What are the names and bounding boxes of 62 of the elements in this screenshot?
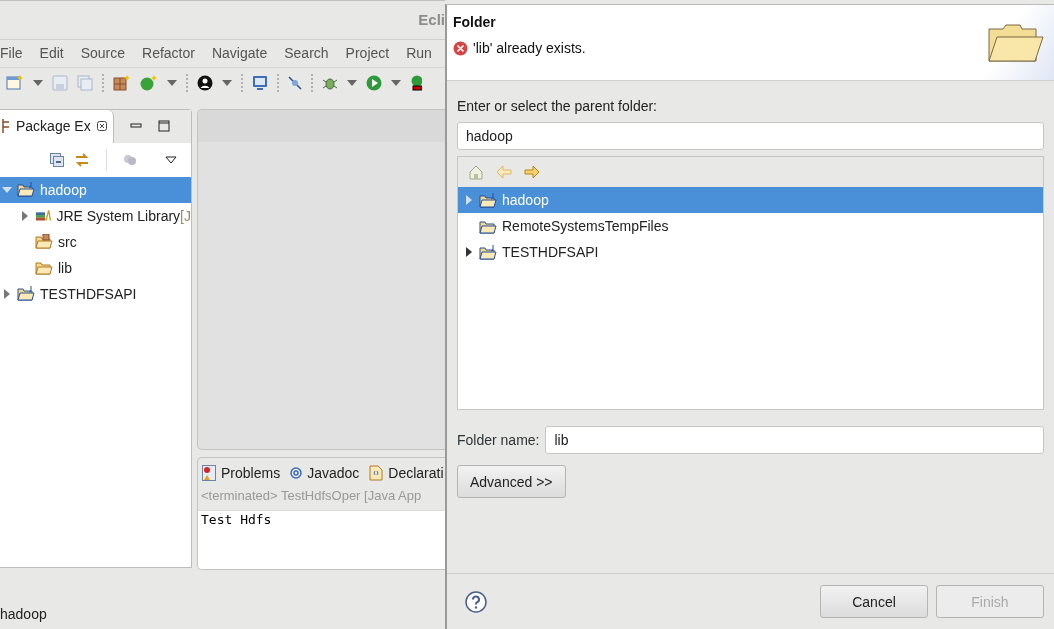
console-header: <terminated> TestHdfsOper [Java App bbox=[198, 487, 445, 511]
maximize-icon[interactable] bbox=[157, 120, 170, 133]
caret-icon[interactable] bbox=[391, 79, 401, 86]
menu-item[interactable]: Project bbox=[345, 45, 390, 62]
view-tab[interactable]: Declarati bbox=[369, 464, 444, 481]
menu-item[interactable]: Source bbox=[80, 45, 126, 62]
collapsed-arrow-icon[interactable] bbox=[464, 247, 474, 257]
tree-item[interactable]: TESTHDFSAPI bbox=[0, 280, 191, 307]
advanced-button[interactable]: Advanced >> bbox=[457, 465, 566, 498]
menu-item[interactable]: Navigate bbox=[211, 45, 268, 62]
package-explorer-icon bbox=[2, 119, 10, 134]
menu-item[interactable]: Run bbox=[406, 45, 432, 62]
document-icon bbox=[369, 464, 384, 481]
forward-arrow-icon[interactable] bbox=[524, 165, 540, 179]
caret-icon[interactable] bbox=[167, 79, 177, 86]
menu-item[interactable]: Refactor bbox=[142, 45, 195, 62]
caret-icon[interactable] bbox=[222, 79, 232, 86]
folder-icon bbox=[35, 260, 53, 276]
view-tab[interactable]: Javadoc bbox=[290, 464, 360, 481]
folder-icon bbox=[479, 218, 497, 234]
menu-item[interactable]: Search bbox=[284, 45, 329, 62]
tree-item[interactable]: lib bbox=[0, 254, 191, 281]
console-output: Test Hdfs bbox=[198, 510, 445, 569]
class-icon[interactable] bbox=[140, 74, 158, 91]
package-folder-icon bbox=[35, 234, 53, 250]
view-tab[interactable]: Problems bbox=[202, 464, 281, 481]
package-icon[interactable] bbox=[113, 74, 131, 91]
view-menu-icon[interactable] bbox=[165, 155, 177, 164]
project-folder-icon bbox=[17, 182, 35, 198]
menu-item[interactable]: Edit bbox=[39, 45, 64, 62]
folder-icon bbox=[987, 22, 1045, 63]
folder-item[interactable]: RemoteSystemsTempFiles bbox=[458, 213, 1043, 239]
error-message: 'lib' already exists. bbox=[473, 40, 586, 56]
caret-icon[interactable] bbox=[33, 79, 43, 86]
project-folder-icon bbox=[17, 286, 35, 302]
link-icon[interactable] bbox=[74, 152, 90, 167]
books-icon bbox=[35, 208, 52, 224]
folder-name-field[interactable]: lib bbox=[545, 426, 1044, 454]
dialog-title: Folder bbox=[453, 14, 497, 30]
dialog-button[interactable]: Cancel bbox=[820, 585, 928, 618]
view-tab[interactable]: Package Ex bbox=[0, 109, 114, 143]
monitor-icon[interactable] bbox=[252, 74, 268, 91]
status-text: hadoop bbox=[0, 605, 47, 622]
problems-icon bbox=[202, 464, 216, 481]
project-folder-icon bbox=[479, 244, 497, 260]
field-label: Enter or select the parent folder: bbox=[457, 98, 658, 114]
window-title: Ecli bbox=[418, 11, 445, 29]
folder-item[interactable]: TESTHDFSAPI bbox=[458, 239, 1043, 265]
menu-item[interactable]: File bbox=[0, 45, 23, 62]
help-icon[interactable] bbox=[465, 590, 487, 613]
collapse-all-icon[interactable] bbox=[50, 152, 64, 167]
person-icon[interactable] bbox=[197, 74, 213, 91]
caret-icon[interactable] bbox=[347, 79, 357, 86]
new-icon[interactable] bbox=[6, 74, 24, 91]
tree-item[interactable]: src bbox=[0, 228, 191, 255]
field-label: Folder name: bbox=[457, 432, 540, 448]
error-icon bbox=[453, 40, 468, 56]
tree-item[interactable]: JRE System Library[J bbox=[0, 202, 191, 229]
close-icon[interactable] bbox=[96, 121, 107, 132]
parent-folder-field[interactable]: hadoop bbox=[457, 122, 1044, 150]
expanded-arrow-icon[interactable] bbox=[2, 184, 12, 195]
project-folder-icon bbox=[479, 192, 497, 208]
